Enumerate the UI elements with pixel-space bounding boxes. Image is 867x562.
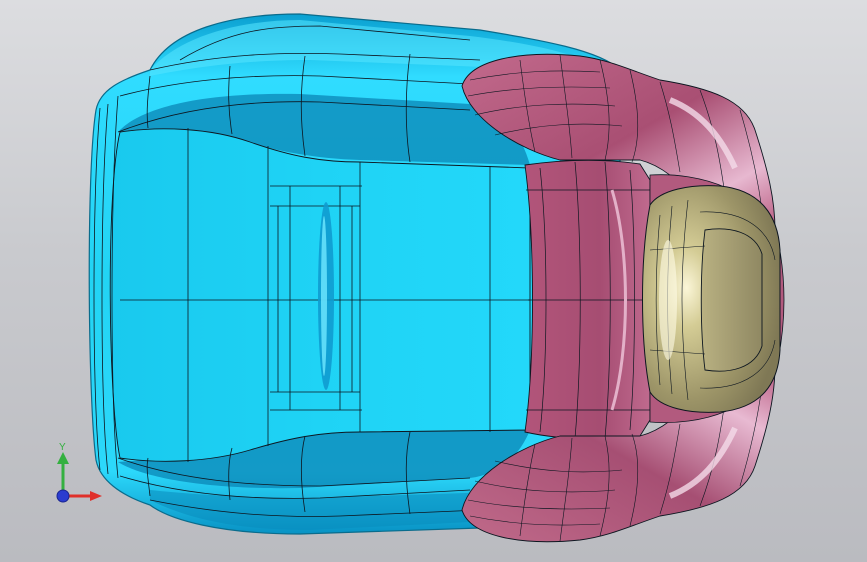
coordinate-triad: Y [56,442,102,503]
y-axis-arrow [57,452,69,464]
3d-viewport[interactable]: Y [0,0,867,562]
headrest-inner [700,228,763,372]
z-axis [56,489,70,503]
x-axis-arrow [90,491,102,501]
seat-model[interactable] [0,0,867,562]
backrest [524,159,651,440]
y-axis-label: Y [59,442,66,453]
